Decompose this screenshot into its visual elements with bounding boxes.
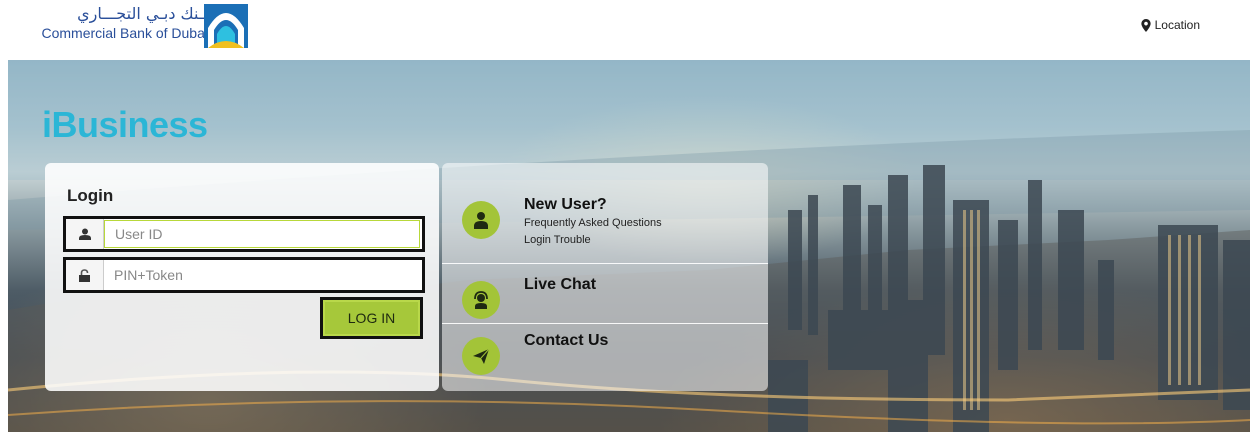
logo-arabic-text: بـنك دبـي التجـــاري (77, 4, 208, 23)
paper-plane-icon (462, 337, 500, 375)
new-user-text: New User? Frequently Asked Questions Log… (524, 195, 662, 249)
login-trouble-link[interactable]: Login Trouble (524, 232, 662, 249)
bank-logo-mark (204, 4, 248, 48)
user-id-input[interactable] (105, 221, 419, 247)
user-icon (66, 219, 104, 249)
live-chat-text: Live Chat (524, 275, 596, 295)
map-pin-icon (1140, 18, 1151, 32)
new-user-title: New User? (524, 196, 607, 213)
pin-token-input[interactable] (104, 260, 422, 290)
login-title: Login (67, 186, 114, 205)
contact-us-text: Contact Us (524, 331, 608, 351)
divider (442, 263, 768, 264)
location-link[interactable]: Location (1140, 18, 1200, 32)
faq-link[interactable]: Frequently Asked Questions (524, 215, 662, 232)
help-panel: New User? Frequently Asked Questions Log… (442, 163, 768, 391)
contact-us-link[interactable]: Contact Us (462, 331, 608, 375)
pin-field (63, 257, 425, 293)
ibusiness-brand: iBusiness (42, 104, 208, 145)
contact-us-label: Contact Us (524, 332, 609, 349)
headset-agent-icon (462, 281, 500, 319)
logo-text: بـنك دبـي التجـــاري Commercial Bank of … (40, 4, 208, 48)
hero-banner: iBusiness Login LOG IN (8, 60, 1250, 432)
live-chat-label: Live Chat (524, 276, 597, 293)
live-chat-link[interactable]: Live Chat (462, 275, 596, 319)
user-id-field (63, 216, 425, 252)
top-bar: بـنك دبـي التجـــاري Commercial Bank of … (0, 0, 1250, 60)
lock-icon (66, 260, 104, 290)
new-user-icon (462, 201, 500, 239)
location-label: Location (1154, 18, 1200, 32)
logo-english-text: Commercial Bank of Dubai (41, 25, 208, 41)
bank-logo[interactable]: بـنك دبـي التجـــاري Commercial Bank of … (40, 4, 260, 48)
divider (442, 323, 768, 324)
login-panel: Login LOG IN (45, 163, 439, 391)
user-id-input-wrap (104, 220, 420, 248)
login-button[interactable]: LOG IN (320, 297, 423, 339)
new-user-section: New User? Frequently Asked Questions Log… (462, 195, 662, 249)
